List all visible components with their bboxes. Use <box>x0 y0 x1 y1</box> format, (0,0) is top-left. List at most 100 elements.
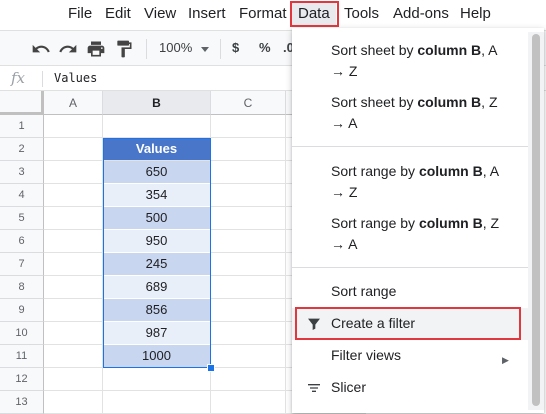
grid-cell[interactable] <box>211 230 286 253</box>
chevron-down-icon[interactable] <box>201 47 209 52</box>
toolbar-separator <box>146 39 147 59</box>
menu-item-label: , A <box>482 163 500 179</box>
grid-cell[interactable] <box>211 299 286 322</box>
format-percent-button[interactable]: % <box>259 40 271 55</box>
column-header-c[interactable]: C <box>211 91 286 115</box>
row-header[interactable]: 8 <box>0 276 44 299</box>
row-header[interactable]: 5 <box>0 207 44 230</box>
grid-cell[interactable] <box>44 322 103 345</box>
grid-cell[interactable] <box>211 207 286 230</box>
menu-item-label: Sort range <box>331 283 397 299</box>
menu-file[interactable]: File <box>68 3 92 25</box>
row-header[interactable]: 13 <box>0 391 44 414</box>
menu-item-label: → A <box>331 115 358 131</box>
grid-cell[interactable] <box>44 368 103 391</box>
print-icon[interactable] <box>86 39 106 59</box>
row-header[interactable]: 4 <box>0 184 44 207</box>
menu-item-column: column B <box>418 163 483 179</box>
create-filter-highlight <box>295 307 521 340</box>
menu-tools[interactable]: Tools <box>344 3 379 25</box>
menu-scrollbar-thumb[interactable] <box>532 34 540 406</box>
row-header[interactable]: 1 <box>0 115 44 138</box>
menu-item-label: Filter views <box>331 347 402 363</box>
redo-icon[interactable] <box>58 39 78 59</box>
grid-cell[interactable] <box>44 138 103 161</box>
column-header-b[interactable]: B <box>103 91 211 115</box>
row-header[interactable]: 9 <box>0 299 44 322</box>
menu-item-sort-sheet-za[interactable]: Sort sheet by column B, Z → A <box>292 92 528 134</box>
grid-cell[interactable] <box>44 184 103 207</box>
menu-item-sort-range-az[interactable]: Sort range by column B, A → Z <box>292 161 528 203</box>
value-cell[interactable]: 987 <box>103 322 211 345</box>
menu-item-column: column B <box>417 42 482 58</box>
format-currency-button[interactable]: $ <box>232 40 239 55</box>
grid-cell[interactable] <box>44 345 103 368</box>
value-cell[interactable]: 354 <box>103 184 211 207</box>
menu-addons[interactable]: Add-ons <box>393 3 449 25</box>
value-cell[interactable]: 950 <box>103 230 211 253</box>
menu-view[interactable]: View <box>144 3 176 25</box>
menu-help[interactable]: Help <box>460 3 491 25</box>
row-header[interactable]: 2 <box>0 138 44 161</box>
menu-item-sort-range-za[interactable]: Sort range by column B, Z → A <box>292 213 528 255</box>
menu-item-sort-range[interactable]: Sort range <box>292 281 528 303</box>
grid-cell[interactable] <box>103 368 211 391</box>
value-cell[interactable]: 500 <box>103 207 211 230</box>
grid-cell[interactable] <box>211 322 286 345</box>
grid-cell[interactable] <box>211 138 286 161</box>
row-header[interactable]: 6 <box>0 230 44 253</box>
row-header[interactable]: 12 <box>0 368 44 391</box>
menu-item-label: , Z <box>482 215 500 231</box>
menu-item-sort-sheet-az[interactable]: Sort sheet by column B, A → Z <box>292 40 528 82</box>
menu-separator <box>292 267 528 268</box>
value-cell[interactable]: 1000 <box>103 345 211 368</box>
menu-item-label: Slicer <box>331 379 367 395</box>
undo-icon[interactable] <box>31 39 51 59</box>
column-header-a[interactable]: A <box>44 91 103 115</box>
menu-item-label: → A <box>331 236 358 252</box>
formula-input[interactable]: Values <box>54 71 97 85</box>
row-header[interactable]: 10 <box>0 322 44 345</box>
cell-b2-header[interactable]: Values <box>103 138 211 161</box>
value-cell[interactable]: 856 <box>103 299 211 322</box>
zoom-select[interactable]: 100% <box>159 40 192 55</box>
menu-item-filter-views[interactable]: Filter views ▶ <box>292 345 528 367</box>
value-cell[interactable]: 245 <box>103 253 211 276</box>
row-header[interactable]: 11 <box>0 345 44 368</box>
row-header[interactable]: 3 <box>0 161 44 184</box>
value-cell[interactable]: 650 <box>103 161 211 184</box>
grid-cell[interactable] <box>103 391 211 414</box>
menu-item-label: → Z <box>331 184 358 200</box>
grid-cell[interactable] <box>211 345 286 368</box>
fill-handle[interactable] <box>207 364 215 372</box>
row-header[interactable]: 7 <box>0 253 44 276</box>
grid-cell[interactable] <box>44 391 103 414</box>
menu-bar: File Edit View Insert Format Data Tools … <box>0 0 546 28</box>
select-all-corner[interactable] <box>0 91 44 115</box>
grid-cell[interactable] <box>211 115 286 138</box>
grid-cell[interactable] <box>211 276 286 299</box>
grid-cell[interactable] <box>211 368 286 391</box>
grid-cell[interactable] <box>211 184 286 207</box>
grid-cell[interactable] <box>103 115 211 138</box>
menu-insert[interactable]: Insert <box>188 3 226 25</box>
menu-item-slicer[interactable]: Slicer <box>292 377 528 399</box>
menu-item-label: Sort range by <box>331 163 419 179</box>
menu-format[interactable]: Format <box>239 3 287 25</box>
grid-cell[interactable] <box>44 230 103 253</box>
paint-format-icon[interactable] <box>114 39 134 59</box>
grid-cell[interactable] <box>211 391 286 414</box>
slicer-icon <box>308 384 320 392</box>
grid-cell[interactable] <box>44 207 103 230</box>
grid-cell[interactable] <box>44 253 103 276</box>
grid-cell[interactable] <box>211 253 286 276</box>
grid-cell[interactable] <box>211 161 286 184</box>
value-cell[interactable]: 689 <box>103 276 211 299</box>
menu-edit[interactable]: Edit <box>105 3 131 25</box>
menu-scrollbar[interactable] <box>528 32 544 410</box>
grid-cell[interactable] <box>44 299 103 322</box>
grid-cell[interactable] <box>44 276 103 299</box>
grid-cell[interactable] <box>44 161 103 184</box>
data-menu-dropdown: Sort sheet by column B, A → Z Sort sheet… <box>292 28 544 413</box>
grid-cell[interactable] <box>44 115 103 138</box>
